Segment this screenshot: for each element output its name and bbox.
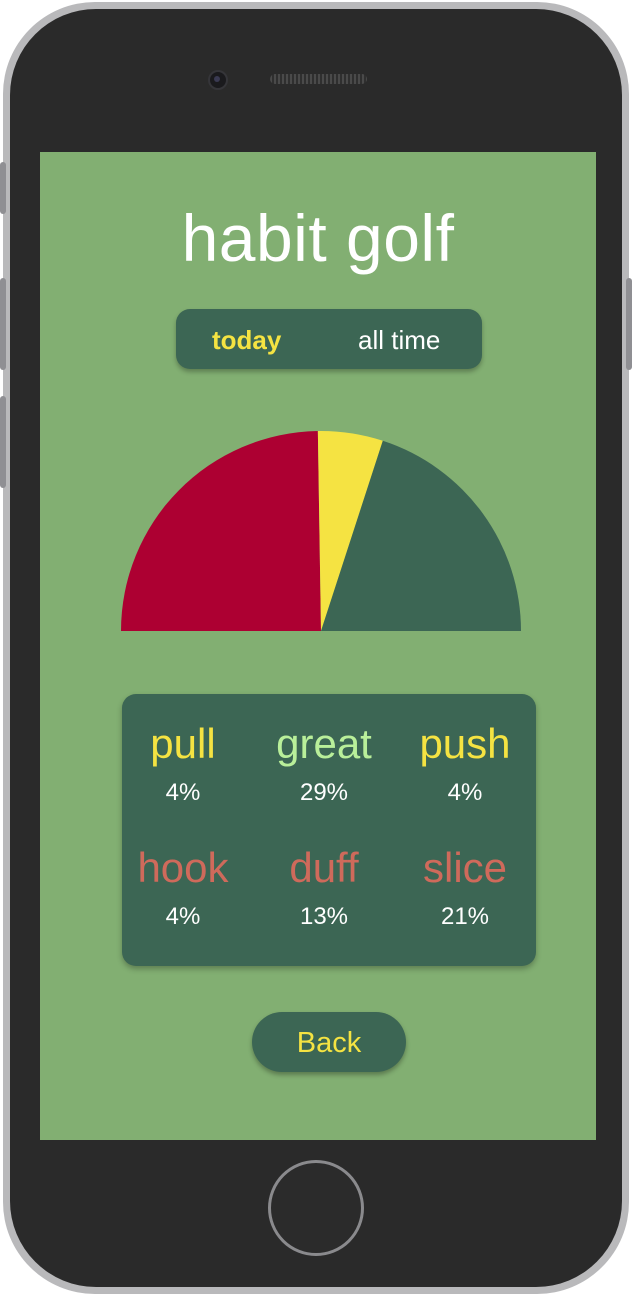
stat-duff: duff 13% [254,844,394,932]
home-button[interactable] [268,1160,364,1256]
toggle-all-time[interactable]: all time [358,309,440,369]
app-title: habit golf [181,201,455,275]
stat-value: 13% [299,903,349,930]
front-camera [208,70,228,90]
stat-label: great [276,720,372,767]
back-button[interactable]: Back [252,1012,406,1072]
stat-label: pull [150,720,216,767]
stat-push: push 4% [395,720,535,808]
stat-value: 29% [299,779,349,806]
stat-hook: hook 4% [113,844,253,932]
stat-label: slice [422,844,508,891]
stat-label: hook [137,844,229,891]
volume-down-button [0,396,6,488]
stat-value: 4% [165,903,201,930]
shot-distribution-chart [121,431,521,631]
stat-pull: pull 4% [113,720,253,808]
volume-up-button [0,278,6,370]
time-range-toggle: today all time [176,309,482,369]
stat-value: 21% [440,903,490,930]
stats-card: pull 4% great 29% push 4% hook 4% duff 1… [122,694,536,966]
chart-slice-0 [121,431,321,631]
app-screen: habit golf today all time pull 4% great … [40,152,596,1140]
stat-value: 4% [165,779,201,806]
mute-switch [0,162,6,214]
stat-slice: slice 21% [395,844,535,932]
stat-value: 4% [447,779,483,806]
stat-label: duff [289,844,359,891]
earpiece-speaker [270,74,367,84]
stat-label: push [419,720,511,767]
toggle-today[interactable]: today [212,309,281,369]
stat-great: great 29% [254,720,394,808]
power-button [626,278,632,370]
